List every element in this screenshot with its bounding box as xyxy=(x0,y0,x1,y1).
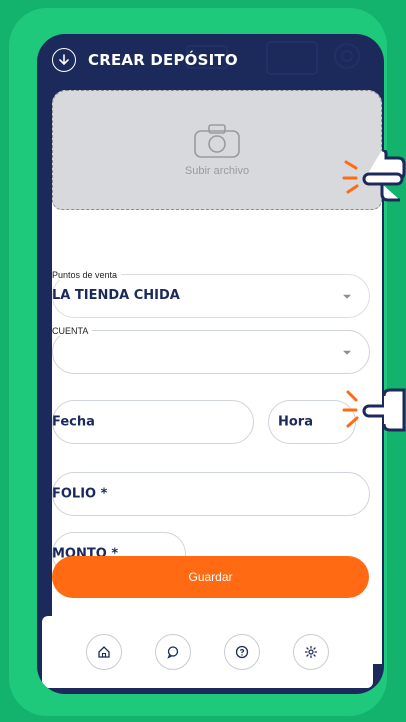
bottom-nav xyxy=(42,616,373,688)
settings-icon xyxy=(304,645,317,659)
cuenta-label: CUENTA xyxy=(52,326,93,336)
upload-area[interactable]: Subir archivo xyxy=(52,90,382,210)
camera-icon xyxy=(194,124,240,158)
nav-help-button[interactable] xyxy=(223,634,260,670)
nav-home-button[interactable] xyxy=(86,634,123,670)
nav-settings-button[interactable] xyxy=(292,634,329,670)
nav-chat-button[interactable] xyxy=(155,634,192,670)
help-icon xyxy=(235,645,249,659)
chevron-down-icon xyxy=(343,350,351,355)
upload-label: Subir archivo xyxy=(184,165,250,177)
pointing-hand-icon xyxy=(342,150,406,202)
puntos-de-venta-label: Puntos de venta xyxy=(52,270,122,280)
fecha-label: Fecha xyxy=(52,414,95,430)
cuenta-select[interactable] xyxy=(52,330,370,374)
save-button[interactable]: Guardar xyxy=(52,556,369,598)
page-title: CREAR DEPÓSITO xyxy=(88,51,238,69)
phone-screen: CREAR DEPÓSITO Subir archivo Puntos de v… xyxy=(37,34,384,694)
hora-label: Hora xyxy=(278,414,313,430)
folio-label: FOLIO * xyxy=(52,486,108,502)
arrow-down-icon xyxy=(59,54,69,66)
pointing-hand-icon xyxy=(342,388,406,432)
puntos-de-venta-value: LA TIENDA CHIDA xyxy=(52,288,180,303)
chat-icon xyxy=(167,646,179,659)
app-header: CREAR DEPÓSITO xyxy=(37,34,384,86)
chevron-down-icon xyxy=(343,294,351,299)
back-button[interactable] xyxy=(52,48,76,72)
home-icon xyxy=(98,646,111,658)
